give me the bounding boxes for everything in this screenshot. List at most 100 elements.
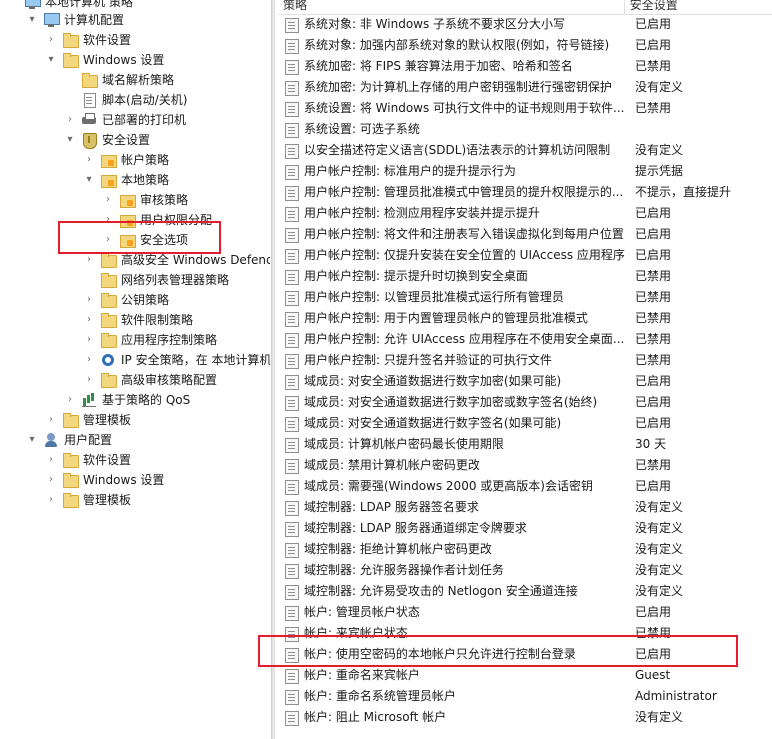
policy-row[interactable]: 域控制器: LDAP 服务器签名要求 没有定义 xyxy=(278,497,772,518)
tree-item[interactable]: › 帐户策略 xyxy=(82,150,169,170)
tree-item[interactable]: › Windows 设置 xyxy=(44,470,164,490)
tree-item[interactable]: › 已部署的打印机 xyxy=(63,110,186,130)
tree-item[interactable]: ▾ 本地策略 xyxy=(82,170,169,190)
folder-icon xyxy=(62,452,79,468)
policy-name: 系统对象: 加强内部系统对象的默认权限(例如，符号链接) xyxy=(304,38,610,52)
policy-name: 域控制器: 拒绝计算机帐户密码更改 xyxy=(304,542,492,556)
tree-item[interactable]: › 公钥策略 xyxy=(82,290,169,310)
policy-row[interactable]: 域控制器: 允许服务器操作者计划任务 没有定义 xyxy=(278,560,772,581)
tree-item[interactable]: › 审核策略 xyxy=(101,190,188,210)
policy-icon xyxy=(284,101,300,117)
chevron-right-icon[interactable]: › xyxy=(82,250,96,270)
chevron-right-icon[interactable]: › xyxy=(82,350,96,370)
policy-row[interactable]: 域成员: 对安全通道数据进行数字签名(如果可能) 已启用 xyxy=(278,413,772,434)
tree-item[interactable]: › 软件限制策略 xyxy=(82,310,193,330)
policy-icon xyxy=(284,416,300,432)
chevron-right-icon[interactable]: › xyxy=(44,30,58,50)
policy-row[interactable]: 帐户: 重命名来宾帐户 Guest xyxy=(278,665,772,686)
tree-item[interactable]: ▾ 计算机配置 xyxy=(25,10,124,30)
tree-item[interactable]: › 应用程序控制策略 xyxy=(82,330,217,350)
tree-item[interactable]: 脚本(启动/关机) xyxy=(63,90,187,110)
tree-item[interactable]: ▾ Windows 设置 xyxy=(44,50,164,70)
chevron-down-icon[interactable]: ▾ xyxy=(44,50,58,70)
policy-row[interactable]: 域成员: 对安全通道数据进行数字加密(如果可能) 已启用 xyxy=(278,371,772,392)
chevron-right-icon[interactable]: › xyxy=(44,490,58,510)
tree-item-label: 管理模板 xyxy=(83,413,132,427)
chevron-down-icon[interactable]: ▾ xyxy=(63,130,77,150)
setting-column-header[interactable]: 安全设置 xyxy=(623,0,772,14)
pane-splitter[interactable] xyxy=(271,0,275,739)
tree-item[interactable]: › 管理模板 xyxy=(44,490,131,510)
tree-item[interactable]: › 基于策略的 QoS xyxy=(63,390,190,410)
policy-column-header[interactable]: 策略 xyxy=(278,0,624,14)
folder-icon xyxy=(100,372,117,388)
policy-row[interactable]: 系统加密: 为计算机上存储的用户密钥强制进行强密钥保护 没有定义 xyxy=(278,77,772,98)
chevron-right-icon[interactable]: › xyxy=(82,310,96,330)
chevron-right-icon[interactable]: › xyxy=(82,330,96,350)
tree-item[interactable]: 网络列表管理器策略 xyxy=(82,270,229,290)
policy-setting: 已启用 xyxy=(634,416,671,430)
policy-row[interactable]: 域成员: 禁用计算机帐户密码更改 已禁用 xyxy=(278,455,772,476)
policy-row[interactable]: 用户帐户控制: 允许 UIAccess 应用程序在不使用安全桌面... 已禁用 xyxy=(278,329,772,350)
chevron-down-icon[interactable]: ▾ xyxy=(25,430,39,450)
policy-row[interactable]: 域成员: 需要强(Windows 2000 或更高版本)会话密钥 已启用 xyxy=(278,476,772,497)
policy-row[interactable]: 用户帐户控制: 以管理员批准模式运行所有管理员 已禁用 xyxy=(278,287,772,308)
policy-row[interactable]: 系统加密: 将 FIPS 兼容算法用于加密、哈希和签名 已禁用 xyxy=(278,56,772,77)
chevron-right-icon[interactable]: › xyxy=(82,290,96,310)
policy-row[interactable]: 域成员: 对安全通道数据进行数字加密或数字签名(始终) 已启用 xyxy=(278,392,772,413)
tree-item[interactable]: › 高级安全 Windows Defender 防 xyxy=(82,250,270,270)
policy-row[interactable]: 用户帐户控制: 仅提升安装在安全位置的 UIAccess 应用程序 已启用 xyxy=(278,245,772,266)
policy-row[interactable]: 域控制器: 允许易受攻击的 Netlogon 安全通道连接 没有定义 xyxy=(278,581,772,602)
policy-row[interactable]: 帐户: 管理员帐户状态 已启用 xyxy=(278,602,772,623)
policy-icon xyxy=(284,122,300,138)
policy-row[interactable]: 系统设置: 将 Windows 可执行文件中的证书规则用于软件... 已禁用 xyxy=(278,98,772,119)
policy-row[interactable]: 用户帐户控制: 用于内置管理员帐户的管理员批准模式 已禁用 xyxy=(278,308,772,329)
chevron-right-icon[interactable]: › xyxy=(63,390,77,410)
policy-row[interactable]: 用户帐户控制: 只提升签名并验证的可执行文件 已禁用 xyxy=(278,350,772,371)
chevron-right-icon[interactable]: › xyxy=(101,230,115,250)
tree-item[interactable]: › IP 安全策略，在 本地计算机 xyxy=(82,350,270,370)
chevron-down-icon[interactable]: ▾ xyxy=(25,10,39,30)
policy-row[interactable]: 用户帐户控制: 提示提升时切换到安全桌面 已禁用 xyxy=(278,266,772,287)
policy-setting: 已启用 xyxy=(634,647,671,661)
tree-item[interactable]: › 软件设置 xyxy=(44,450,131,470)
chevron-right-icon[interactable]: › xyxy=(101,190,115,210)
tree-item[interactable]: › 软件设置 xyxy=(44,30,131,50)
policy-row[interactable]: 系统对象: 非 Windows 子系统不要求区分大小写 已启用 xyxy=(278,14,772,35)
tree-item[interactable]: › 高级审核策略配置 xyxy=(82,370,217,390)
tree-item[interactable]: › 安全选项 xyxy=(101,230,188,250)
policy-row[interactable]: 帐户: 阻止 Microsoft 帐户 没有定义 xyxy=(278,707,772,728)
tree-item[interactable]: › 管理模板 xyxy=(44,410,131,430)
chevron-right-icon[interactable]: › xyxy=(63,110,77,130)
policy-name: 域成员: 对安全通道数据进行数字加密或数字签名(始终) xyxy=(304,395,598,409)
chart-icon xyxy=(81,392,97,408)
policy-row[interactable]: 用户帐户控制: 管理员批准模式中管理员的提升权限提示的... 不提示，直接提升 xyxy=(278,182,772,203)
policy-row[interactable]: 帐户: 来宾帐户状态 已禁用 xyxy=(278,623,772,644)
tree-item[interactable]: ▾ 用户配置 xyxy=(25,430,112,450)
policy-row[interactable]: 帐户: 使用空密码的本地帐户只允许进行控制台登录 已启用 xyxy=(278,644,772,665)
chevron-right-icon[interactable]: › xyxy=(101,210,115,230)
policy-row[interactable]: 帐户: 重命名系统管理员帐户 Administrator xyxy=(278,686,772,707)
chevron-right-icon[interactable]: › xyxy=(44,450,58,470)
chevron-right-icon[interactable]: › xyxy=(44,410,58,430)
tree-item[interactable]: ▾ 安全设置 xyxy=(63,130,150,150)
policy-row[interactable]: 域控制器: 拒绝计算机帐户密码更改 没有定义 xyxy=(278,539,772,560)
policy-name: 系统设置: 将 Windows 可执行文件中的证书规则用于软件... xyxy=(304,101,625,115)
tree-item[interactable]: › 用户权限分配 xyxy=(101,210,212,230)
policy-row[interactable]: 用户帐户控制: 标准用户的提升提示行为 提示凭据 xyxy=(278,161,772,182)
policy-row[interactable]: 用户帐户控制: 将文件和注册表写入错误虚拟化到每用户位置 已启用 xyxy=(278,224,772,245)
tree-item-label: 安全选项 xyxy=(140,233,189,247)
chevron-down-icon[interactable]: ▾ xyxy=(82,170,96,190)
policy-icon xyxy=(284,248,300,264)
chevron-right-icon[interactable]: › xyxy=(82,150,96,170)
tree-item[interactable]: 域名解析策略 xyxy=(63,70,174,90)
tree-item-label: 高级审核策略配置 xyxy=(121,373,218,387)
chevron-right-icon[interactable]: › xyxy=(44,470,58,490)
policy-row[interactable]: 用户帐户控制: 检测应用程序安装并提示提升 已启用 xyxy=(278,203,772,224)
policy-row[interactable]: 域控制器: LDAP 服务器通道绑定令牌要求 没有定义 xyxy=(278,518,772,539)
policy-row[interactable]: 域成员: 计算机帐户密码最长使用期限 30 天 xyxy=(278,434,772,455)
policy-row[interactable]: 系统对象: 加强内部系统对象的默认权限(例如，符号链接) 已启用 xyxy=(278,35,772,56)
policy-row[interactable]: 系统设置: 可选子系统 xyxy=(278,119,772,140)
policy-row[interactable]: 以安全描述符定义语言(SDDL)语法表示的计算机访问限制 没有定义 xyxy=(278,140,772,161)
chevron-right-icon[interactable]: › xyxy=(82,370,96,390)
